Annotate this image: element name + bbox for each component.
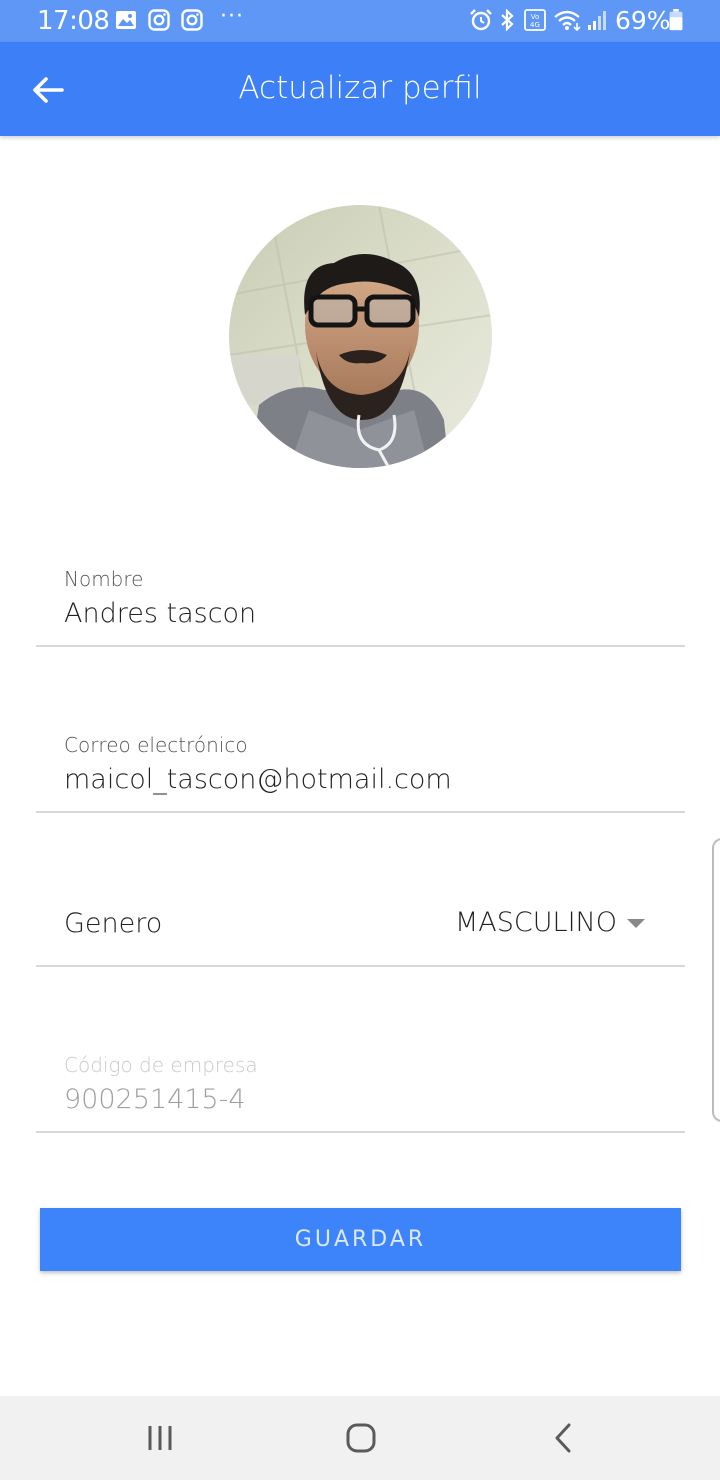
gender-label: Genero bbox=[64, 908, 163, 939]
gallery-icon bbox=[116, 11, 136, 29]
company-code-input: 900251415-4 bbox=[64, 1084, 246, 1115]
wifi-icon bbox=[554, 10, 581, 31]
edge-panel-handle[interactable] bbox=[712, 838, 720, 1122]
svg-text:Vo: Vo bbox=[531, 13, 540, 21]
email-input[interactable]: maicol_tascon@hotmail.com bbox=[64, 764, 452, 795]
chevron-down-icon bbox=[627, 918, 645, 928]
avatar[interactable] bbox=[229, 205, 492, 468]
profile-photo bbox=[229, 205, 492, 468]
instagram-icon bbox=[148, 9, 170, 31]
status-time: 17:08 bbox=[37, 6, 110, 36]
signal-icon bbox=[588, 11, 606, 30]
email-field[interactable]: Correo electrónico maicol_tascon@hotmail… bbox=[36, 726, 685, 813]
back-icon[interactable] bbox=[541, 1416, 585, 1460]
volte-icon: Vo 4G bbox=[524, 9, 546, 31]
company-code-field: Código de empresa 900251415-4 bbox=[36, 1046, 685, 1133]
battery-icon bbox=[669, 9, 683, 31]
status-bar: 17:08 ··· Vo 4G 69% bbox=[0, 0, 720, 42]
svg-text:4G: 4G bbox=[530, 21, 540, 29]
company-code-label: Código de empresa bbox=[64, 1053, 258, 1077]
app-bar: Actualizar perfil bbox=[0, 42, 720, 136]
recent-apps-icon[interactable] bbox=[138, 1416, 182, 1460]
email-label: Correo electrónico bbox=[64, 733, 248, 757]
name-field[interactable]: Nombre Andres tascon bbox=[36, 560, 685, 647]
gender-field: Genero MASCULINO bbox=[36, 870, 685, 967]
home-icon[interactable] bbox=[339, 1416, 383, 1460]
alarm-icon bbox=[470, 9, 492, 31]
more-notifications-icon: ··· bbox=[220, 4, 244, 29]
gender-value: MASCULINO bbox=[455, 906, 617, 938]
name-label: Nombre bbox=[64, 567, 144, 591]
page-title: Actualizar perfil bbox=[238, 70, 482, 106]
name-input[interactable]: Andres tascon bbox=[64, 598, 256, 629]
navigation-bar bbox=[0, 1396, 720, 1480]
save-button[interactable]: GUARDAR bbox=[40, 1208, 681, 1271]
gender-dropdown[interactable]: MASCULINO bbox=[455, 902, 645, 942]
instagram-icon bbox=[181, 9, 203, 31]
battery-percentage: 69% bbox=[615, 6, 671, 35]
bluetooth-icon bbox=[501, 9, 514, 31]
